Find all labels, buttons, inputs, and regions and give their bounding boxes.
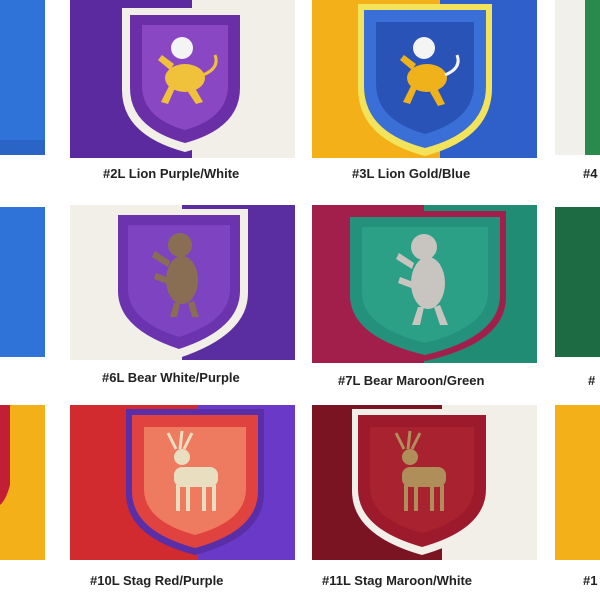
flag-partial-green-row2 (555, 207, 600, 357)
caption-11l: #11L Stag Maroon/White (322, 573, 473, 588)
flag-6l-bear-white-purple[interactable] (70, 205, 295, 360)
caption-7l: #7L Bear Maroon/Green (338, 373, 485, 388)
caption-3l: #3L Lion Gold/Blue (352, 166, 471, 181)
caption-10l: #10L Stag Red/Purple (90, 573, 224, 588)
flag-partial-blue-row2 (0, 207, 45, 357)
caption-12: #1 (583, 573, 598, 588)
caption-2l: #2L Lion Purple/White (103, 166, 240, 181)
flag-11l-stag-maroon-white[interactable] (312, 405, 537, 560)
flag-partial-blue-row1 (0, 0, 45, 155)
flag-7l-bear-maroon-green[interactable] (312, 205, 537, 363)
flag-10l-stag-red-purple[interactable] (70, 405, 295, 560)
flag-partial-white-green-row1 (555, 0, 600, 155)
flag-2l-lion-purple-white[interactable] (70, 0, 295, 158)
flag-3l-lion-gold-blue[interactable] (312, 0, 537, 158)
flag-partial-gold-row3-right (555, 405, 600, 560)
caption-4: #4 (583, 166, 598, 181)
caption-6l: #6L Bear White/Purple (102, 370, 240, 385)
flag-partial-gold-row3 (0, 405, 45, 560)
caption-8: # (588, 373, 596, 388)
